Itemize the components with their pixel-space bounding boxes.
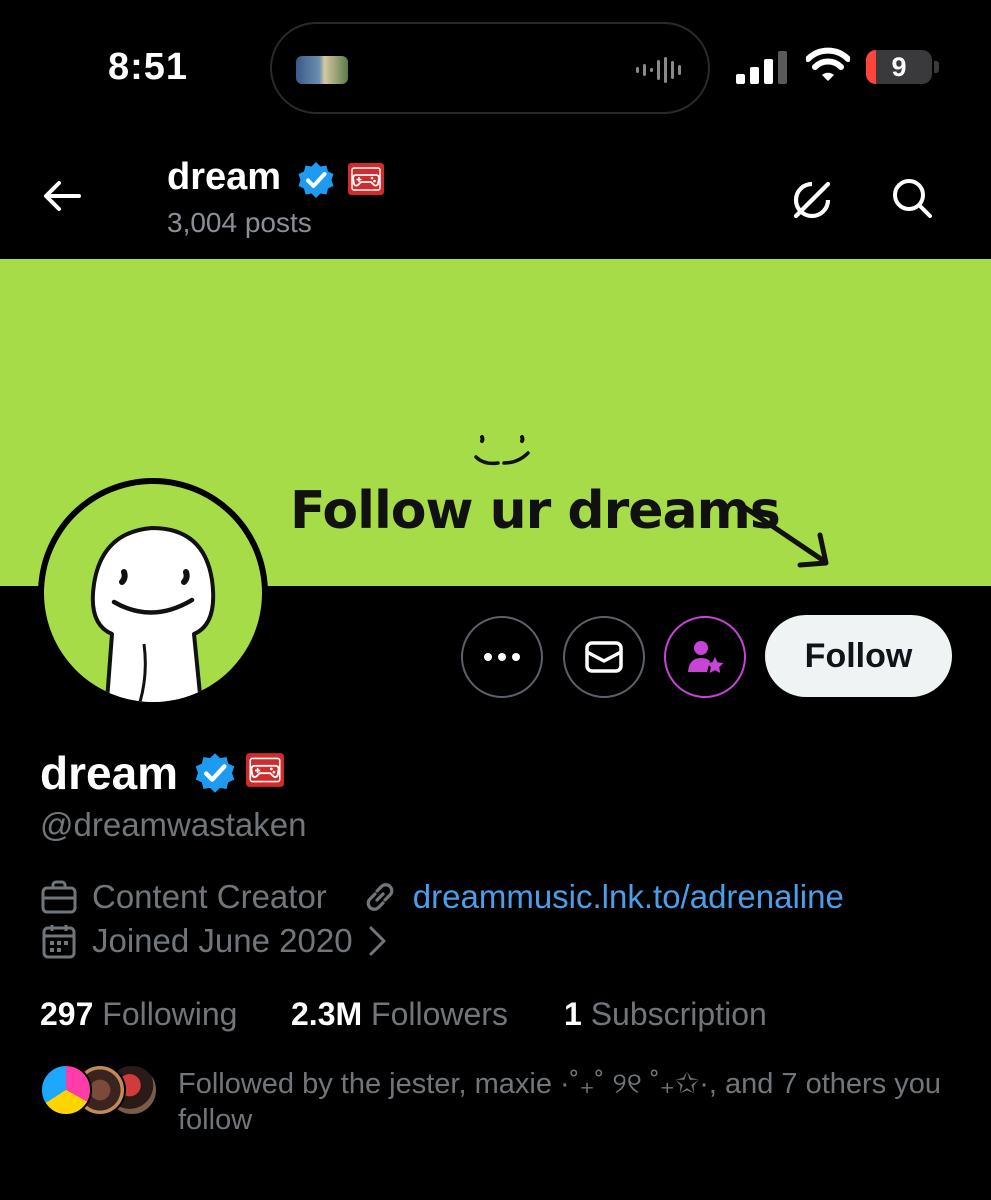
followers-count: 2.3M <box>291 996 363 1032</box>
profile-meta-row: Content Creator dreammusic.lnk.to/adrena… <box>40 878 844 916</box>
grok-button[interactable] <box>788 176 836 224</box>
subscriptions-count: 1 <box>564 996 582 1032</box>
dream-mascot-icon <box>90 526 216 702</box>
link-icon <box>361 878 399 916</box>
following-label: Following <box>102 996 238 1032</box>
chevron-right-icon <box>369 926 386 956</box>
following-count: 297 <box>40 996 94 1032</box>
profile-category: Content Creator <box>92 878 327 915</box>
search-button[interactable] <box>888 174 936 222</box>
briefcase-icon <box>40 878 78 916</box>
grok-icon <box>793 181 831 219</box>
battery-icon: 9 <box>866 50 932 84</box>
search-icon <box>893 179 932 218</box>
dynamic-island[interactable] <box>270 22 710 114</box>
battery-nub <box>934 61 939 73</box>
header-post-count: 3,004 posts <box>167 207 312 238</box>
profile-handle: @dreamwastaken <box>40 806 307 843</box>
subscribe-icon <box>688 641 724 673</box>
more-options-button[interactable] <box>461 616 543 698</box>
subscriptions-label: Subscription <box>590 996 767 1032</box>
more-icon <box>484 653 520 661</box>
subscribe-button[interactable] <box>664 616 746 698</box>
profile-joined-date: Joined June 2020 <box>92 922 353 959</box>
audio-wave-icon <box>636 57 681 83</box>
cellular-signal-icon <box>736 51 787 84</box>
message-icon <box>585 641 623 673</box>
follower-avatar <box>40 1064 92 1116</box>
followers-stat[interactable]: 2.3M Followers <box>291 996 508 1033</box>
live-activity-thumbnail-icon <box>296 56 348 84</box>
profile-joined-row[interactable]: Joined June 2020 <box>40 922 389 960</box>
following-stat[interactable]: 297 Following <box>40 996 237 1033</box>
back-arrow-icon <box>44 181 81 211</box>
gaming-affiliate-badge-icon <box>348 163 384 195</box>
banner-arrow-icon <box>741 504 829 568</box>
gaming-affiliate-badge-icon[interactable] <box>245 752 285 788</box>
message-button[interactable] <box>563 616 645 698</box>
wifi-icon <box>806 47 850 81</box>
calendar-icon <box>40 922 78 960</box>
followed-by-text: Followed by the jester, maxie ·˚₊˚ ୨୧ ˚₊… <box>178 1068 942 1136</box>
banner-text: Follow ur dreams <box>290 481 781 541</box>
profile-name: dream <box>40 747 179 799</box>
subscriptions-stat[interactable]: 1 Subscription <box>564 996 767 1033</box>
header-name: dream <box>167 156 282 198</box>
followers-label: Followers <box>371 996 508 1032</box>
profile-website-link[interactable]: dreammusic.lnk.to/adrenaline <box>413 878 844 916</box>
smiley-face-icon <box>474 435 530 466</box>
verified-badge-icon[interactable] <box>193 751 237 795</box>
battery-level: 9 <box>891 52 907 82</box>
status-time: 8:51 <box>108 46 189 88</box>
verified-badge-icon <box>298 162 334 198</box>
back-button[interactable] <box>38 172 86 220</box>
avatar[interactable] <box>38 478 268 708</box>
follow-button[interactable]: Follow <box>765 615 952 697</box>
